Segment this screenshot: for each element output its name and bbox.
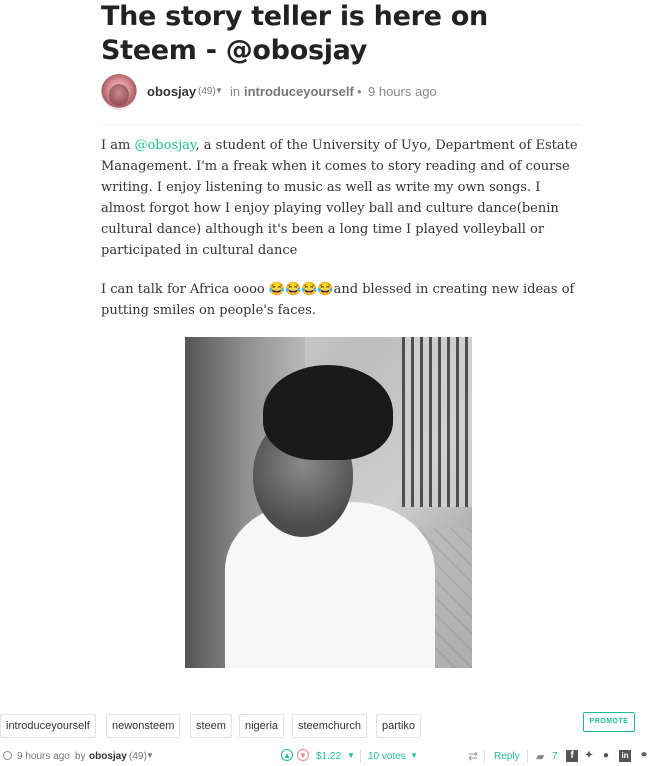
footer-author-reputation: (49) <box>129 751 147 762</box>
footer-author-chevron-icon[interactable]: ▼ <box>146 751 154 760</box>
facebook-icon[interactable]: f <box>566 750 578 762</box>
header-divider <box>101 124 581 125</box>
upvote-icon[interactable]: ▲ <box>281 749 293 761</box>
in-label: in <box>230 84 241 99</box>
resteem-icon[interactable]: ⇄ <box>468 749 478 763</box>
paragraph-text-post: , a student of the University of Uyo, De… <box>101 138 578 258</box>
author-info: obosjay (49) ▼ in introduceyourself • 9 … <box>101 74 581 110</box>
author-menu-chevron-icon[interactable]: ▼ <box>215 86 223 95</box>
payout-value[interactable]: $1.22 <box>316 751 341 762</box>
author-reputation: (49) <box>198 86 216 97</box>
promote-button[interactable]: PROMOTE <box>583 712 635 732</box>
footer-divider <box>484 749 485 763</box>
payout-chevron-icon[interactable]: ▼ <box>347 751 355 760</box>
post-time: 9 hours ago <box>368 84 437 99</box>
clock-icon <box>3 751 12 760</box>
photo-fence <box>402 337 472 507</box>
footer-by-label: by <box>75 751 86 762</box>
votes-chevron-icon[interactable]: ▼ <box>410 751 418 760</box>
paragraph-text-pre: I am <box>101 138 135 153</box>
mention-link[interactable]: @obosjay <box>134 138 195 153</box>
author-avatar[interactable] <box>101 74 137 110</box>
reddit-icon[interactable]: ● <box>600 750 612 762</box>
category-link[interactable]: introduceyourself <box>244 84 354 99</box>
tag-item[interactable]: introduceyourself <box>0 714 96 738</box>
post-paragraph-1: I am @obosjay, a student of the Universi… <box>101 135 581 261</box>
footer-divider <box>360 749 361 763</box>
comment-icon[interactable]: ▰ <box>536 750 544 763</box>
footer-divider <box>527 749 528 763</box>
reply-link[interactable]: Reply <box>494 751 520 762</box>
post-paragraph-2: I can talk for Africa oooo 😂😂😂😂and bless… <box>101 282 575 318</box>
link-icon[interactable]: ⚭ <box>638 750 650 762</box>
twitter-icon[interactable]: ✦ <box>583 750 595 762</box>
linkedin-icon[interactable]: in <box>619 750 631 762</box>
footer-time: 9 hours ago <box>17 751 70 762</box>
post-footer: 9 hours ago by obosjay (49) ▼ ▲ ▼ $1.22 … <box>0 748 650 766</box>
tag-item[interactable]: steemchurch <box>292 714 367 738</box>
meta-separator: • <box>357 84 362 99</box>
downvote-icon[interactable]: ▼ <box>297 749 309 761</box>
votes-count[interactable]: 10 votes <box>368 751 406 762</box>
tag-item[interactable]: nigeria <box>239 714 285 738</box>
tag-item[interactable]: newonsteem <box>106 714 181 738</box>
author-name-link[interactable]: obosjay <box>147 84 196 99</box>
footer-author-link[interactable]: obosjay <box>89 751 127 762</box>
tag-item[interactable]: partiko <box>376 714 422 738</box>
comments-count[interactable]: 7 <box>552 751 558 762</box>
photo-headwrap <box>263 365 393 460</box>
post-title: The story teller is here on Steem - @obo… <box>101 1 488 66</box>
tag-item[interactable]: steem <box>190 714 232 738</box>
post-photo <box>185 337 472 668</box>
